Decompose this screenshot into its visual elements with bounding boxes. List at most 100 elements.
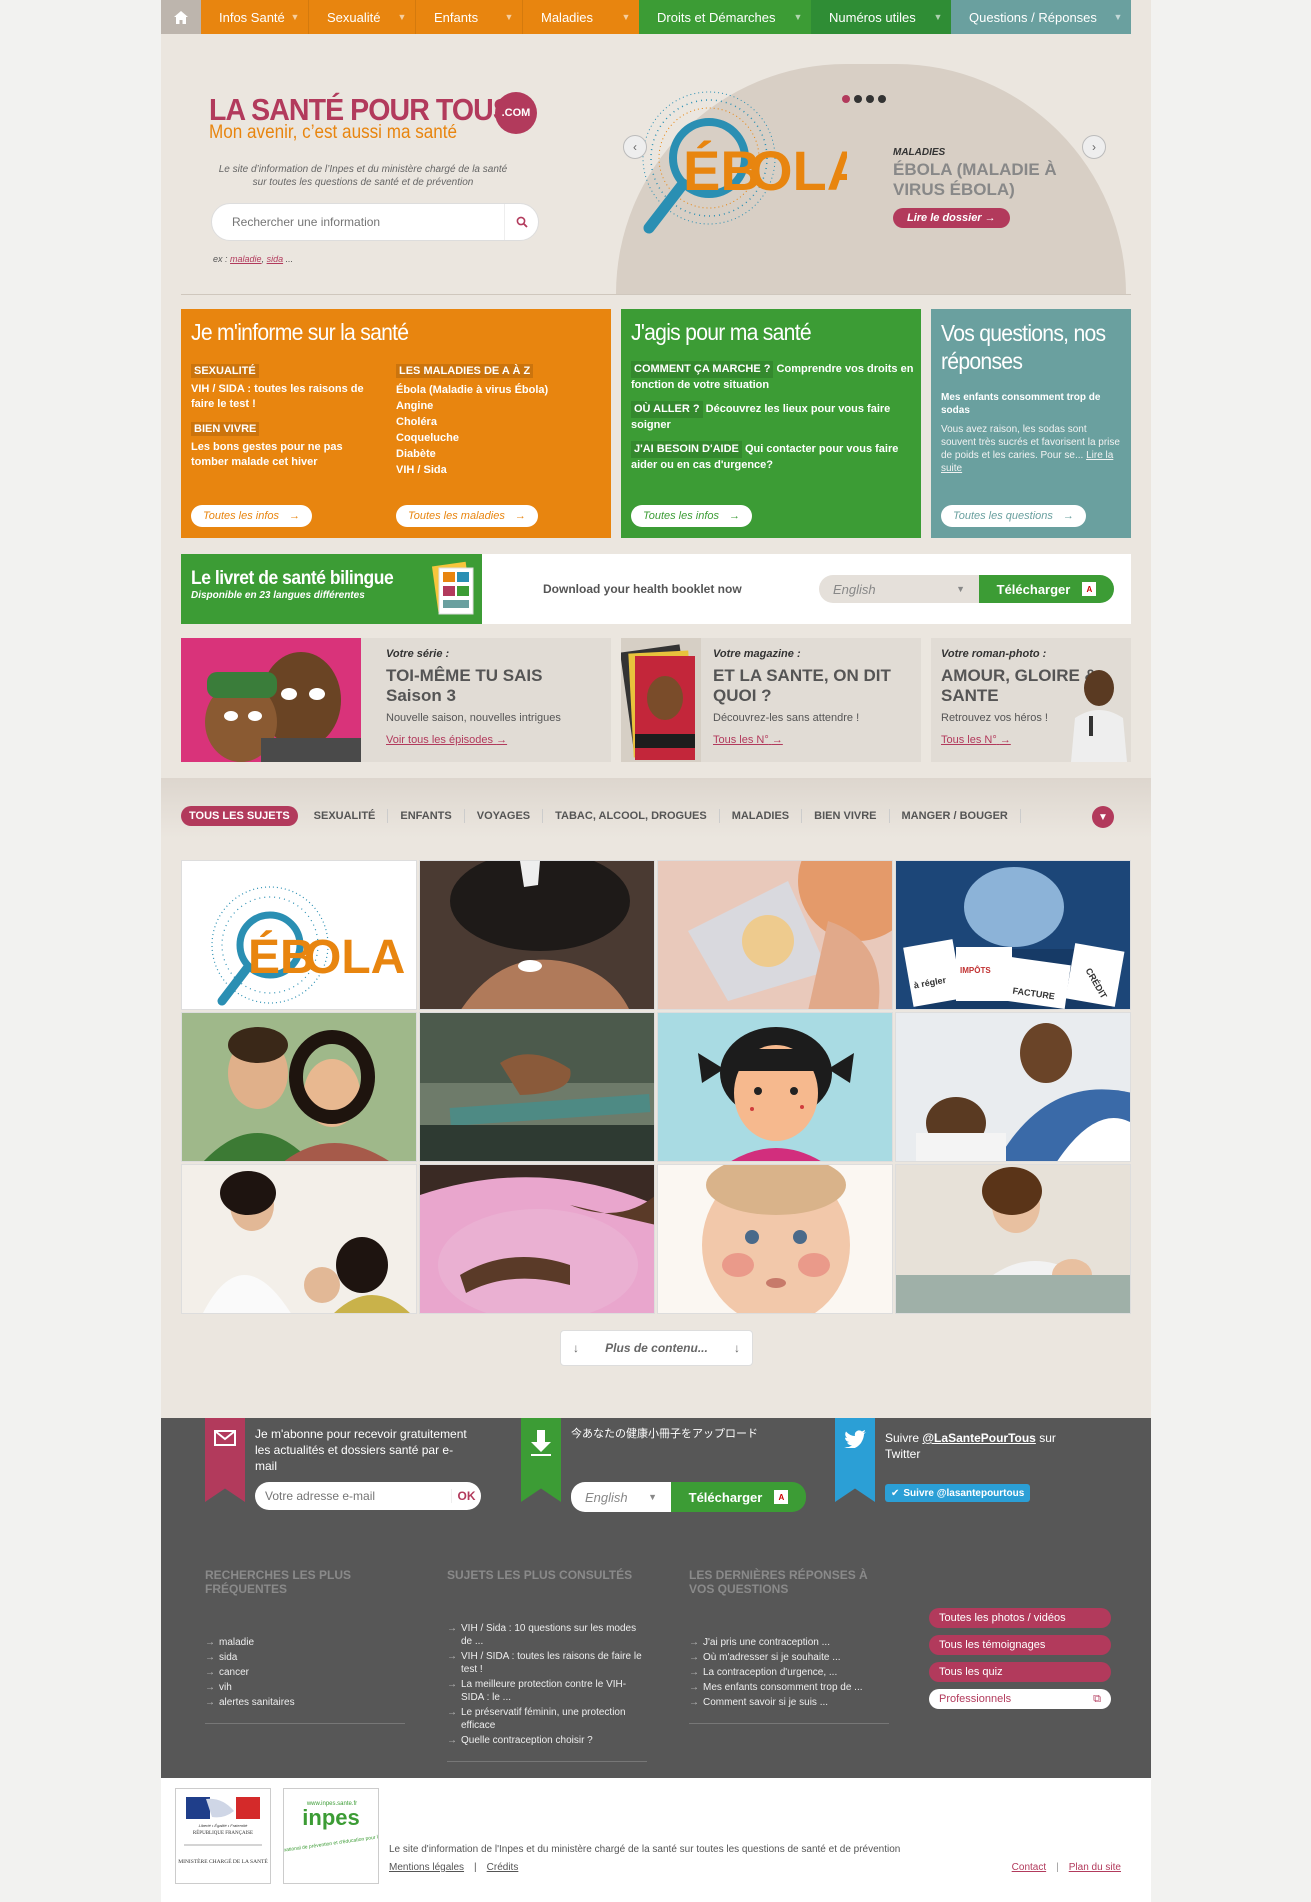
- twitter-follow-button[interactable]: ✔ Suivre @lasantepourtous: [885, 1484, 1031, 1502]
- footer-link[interactable]: alertes sanitaires: [205, 1696, 405, 1709]
- footer-link[interactable]: Quelle contraception choisir ?: [447, 1734, 647, 1747]
- nav-numeros-utiles[interactable]: Numéros utiles ▼: [811, 0, 951, 34]
- nav-questions-reponses[interactable]: Questions / Réponses ▼: [951, 0, 1131, 34]
- home-button[interactable]: [161, 0, 201, 34]
- footer-download-button[interactable]: Télécharger A: [671, 1482, 806, 1512]
- footer-link[interactable]: VIH / Sida : 10 questions sur les modes …: [447, 1622, 647, 1648]
- carousel-dot[interactable]: [878, 95, 886, 103]
- footer-link[interactable]: sida: [205, 1651, 405, 1664]
- photo-novel-card[interactable]: Votre roman-photo : AMOUR, GLOIRE & SANT…: [931, 638, 1131, 762]
- nav-enfants[interactable]: Enfants ▼: [415, 0, 522, 34]
- topic-tab-sexualite[interactable]: SEXUALITÉ: [302, 809, 389, 823]
- photos-videos-button[interactable]: Toutes les photos / vidéos: [929, 1608, 1111, 1628]
- footer-link[interactable]: cancer: [205, 1666, 405, 1679]
- act-item-3[interactable]: J'AI BESOIN D'AIDE Qui contacter pour vo…: [631, 441, 916, 473]
- email-field[interactable]: [265, 1489, 451, 1503]
- topic-tab-enfants[interactable]: ENFANTS: [388, 809, 465, 823]
- grid-tile-doctor-baby[interactable]: [895, 1012, 1131, 1162]
- all-diseases-button[interactable]: Toutes les maladies →: [396, 505, 538, 527]
- inpes-logo[interactable]: www.inpes.sante.fr inpes Institut nation…: [267, 1788, 395, 1884]
- carousel-next-button[interactable]: ›: [1082, 135, 1106, 159]
- testimonials-button[interactable]: Tous les témoignages: [929, 1635, 1111, 1655]
- question-title[interactable]: Mes enfants consomment trop de sodas: [941, 391, 1121, 417]
- disease-link[interactable]: Angine: [396, 398, 596, 414]
- tag-maladies-a-z[interactable]: LES MALADIES DE A À Z: [396, 364, 534, 378]
- footer-link[interactable]: J'ai pris une contraception ...: [689, 1636, 889, 1649]
- footer-link[interactable]: VIH / SIDA : toutes les raisons de faire…: [447, 1650, 647, 1676]
- act-item-2[interactable]: OÙ ALLER ? Découvrez les lieux pour vous…: [631, 401, 916, 433]
- disease-link[interactable]: Diabète: [396, 446, 596, 462]
- disease-link[interactable]: Ébola (Maladie à virus Ébola): [396, 382, 596, 398]
- all-infos-button[interactable]: Toutes les infos →: [191, 505, 313, 527]
- credits-link[interactable]: Crédits: [487, 1862, 519, 1873]
- example-link-sida[interactable]: sida: [267, 254, 284, 264]
- footer-link[interactable]: Où m'adresser si je souhaite ...: [689, 1651, 889, 1664]
- topic-tab-tabac[interactable]: TABAC, ALCOOL, DROGUES: [543, 809, 720, 823]
- grid-tile-debt[interactable]: à régler IMPÔTS FACTURE CRÉDIT: [895, 860, 1131, 1010]
- carousel-dot[interactable]: [842, 95, 850, 103]
- act-item-1[interactable]: COMMENT ÇA MARCHE ? Comprendre vos droit…: [631, 361, 916, 393]
- footer-link[interactable]: Le préservatif féminin, une protection e…: [447, 1706, 647, 1732]
- topic-tab-bien-vivre[interactable]: BIEN VIVRE: [802, 809, 890, 823]
- magazine-card[interactable]: Votre magazine : ET LA SANTE, ON DIT QUO…: [621, 638, 921, 762]
- search-input[interactable]: [212, 215, 504, 229]
- grid-tile-condom[interactable]: [657, 860, 893, 1010]
- topics-toggle-button[interactable]: ▼: [1092, 806, 1114, 828]
- grid-tile-girl-acne[interactable]: [657, 1012, 893, 1162]
- footer-link[interactable]: Comment savoir si je suis ...: [689, 1696, 889, 1709]
- series-link[interactable]: Voir tous les épisodes →: [386, 734, 507, 746]
- footer-link[interactable]: Mes enfants consomment trop de ...: [689, 1681, 889, 1694]
- grid-tile-doctor-child[interactable]: [181, 1164, 417, 1314]
- carousel-dot[interactable]: [854, 95, 862, 103]
- all-act-infos-button[interactable]: Toutes les infos →: [631, 505, 753, 527]
- nav-droits-demarches[interactable]: Droits et Démarches ▼: [639, 0, 811, 34]
- grid-tile-sick-child[interactable]: [895, 1164, 1131, 1314]
- grid-tile-pregnant[interactable]: [419, 1164, 655, 1314]
- magazine-link[interactable]: Tous les N° →: [713, 734, 783, 746]
- disease-link[interactable]: VIH / Sida: [396, 462, 596, 478]
- newsletter-submit-button[interactable]: OK: [451, 1489, 481, 1503]
- ebola-hero-image[interactable]: ÉB OLA: [617, 80, 867, 250]
- example-link-maladie[interactable]: maladie: [230, 254, 262, 264]
- topic-tab-all[interactable]: TOUS LES SUJETS: [181, 806, 298, 826]
- grid-tile-ebola[interactable]: ÉB OLA: [181, 860, 417, 1010]
- photo-novel-link[interactable]: Tous les N° →: [941, 734, 1011, 746]
- grid-tile-baby[interactable]: [657, 1164, 893, 1314]
- download-button[interactable]: Télécharger A: [979, 575, 1114, 603]
- republique-logo[interactable]: Liberté • Égalité • Fraternité RÉPUBLIQU…: [175, 1788, 271, 1884]
- hero-read-button[interactable]: Lire le dossier →: [893, 208, 1010, 228]
- load-more-button[interactable]: ↓ Plus de contenu... ↓: [560, 1330, 753, 1366]
- footer-link[interactable]: La contraception d'urgence, ...: [689, 1666, 889, 1679]
- professionals-button[interactable]: Professionnels ⧉: [929, 1689, 1111, 1709]
- footer-link[interactable]: La meilleure protection contre le VIH-SI…: [447, 1678, 647, 1704]
- footer-link[interactable]: maladie: [205, 1636, 405, 1649]
- hero-title[interactable]: ÉBOLA (MALADIE À VIRUS ÉBOLA): [893, 160, 1083, 200]
- quiz-button[interactable]: Tous les quiz: [929, 1662, 1111, 1682]
- footer-link[interactable]: vih: [205, 1681, 405, 1694]
- nav-maladies[interactable]: Maladies ▼: [522, 0, 639, 34]
- carousel-dot[interactable]: [866, 95, 874, 103]
- topic-tab-maladies[interactable]: MALADIES: [720, 809, 803, 823]
- carousel-prev-button[interactable]: ‹: [623, 135, 647, 159]
- tag-sexualite[interactable]: SEXUALITÉ: [191, 364, 259, 378]
- inform-link-2[interactable]: Les bons gestes pour ne pas tomber malad…: [191, 440, 381, 470]
- grid-tile-hand-cream[interactable]: [419, 860, 655, 1010]
- nav-infos-sante[interactable]: Infos Santé ▼: [201, 0, 308, 34]
- inform-link-1[interactable]: VIH / SIDA : toutes les raisons de faire…: [191, 382, 381, 412]
- topic-tab-voyages[interactable]: VOYAGES: [465, 809, 544, 823]
- mentions-legales-link[interactable]: Mentions légales: [389, 1862, 464, 1873]
- disease-link[interactable]: Coqueluche: [396, 430, 596, 446]
- all-questions-button[interactable]: Toutes les questions →: [941, 505, 1086, 527]
- search-button[interactable]: [504, 204, 538, 240]
- booklet-title-box[interactable]: Le livret de santé bilingue Disponible e…: [181, 554, 482, 624]
- grid-tile-feet[interactable]: [419, 1012, 655, 1162]
- topic-tab-manger-bouger[interactable]: MANGER / BOUGER: [890, 809, 1021, 823]
- sitemap-link[interactable]: Plan du site: [1069, 1862, 1121, 1873]
- grid-tile-couple[interactable]: [181, 1012, 417, 1162]
- disease-link[interactable]: Choléra: [396, 414, 596, 430]
- language-select[interactable]: English ▼: [819, 575, 979, 603]
- footer-language-select[interactable]: English ▼: [571, 1482, 671, 1512]
- twitter-handle-link[interactable]: @LaSantePourTous: [922, 1431, 1036, 1445]
- tag-bien-vivre[interactable]: BIEN VIVRE: [191, 422, 260, 436]
- series-card[interactable]: Votre série : TOI-MÊME TU SAIS Saison 3 …: [181, 638, 611, 762]
